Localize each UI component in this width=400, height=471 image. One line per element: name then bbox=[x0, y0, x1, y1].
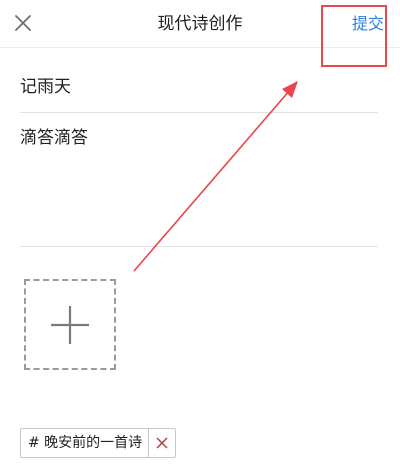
divider bbox=[20, 112, 378, 113]
annotation-highlight-box bbox=[321, 5, 387, 67]
plus-icon bbox=[51, 306, 89, 344]
poem-editor-screen: 现代诗创作 提交 记雨天 滴答滴答 # 晚安前的一首诗 bbox=[0, 0, 400, 471]
topic-tag-label[interactable]: # 晚安前的一首诗 bbox=[21, 429, 148, 457]
tag-remove-button[interactable] bbox=[148, 429, 175, 457]
close-icon bbox=[156, 437, 168, 449]
annotation-arrow-icon bbox=[133, 81, 298, 272]
poem-title-input[interactable]: 记雨天 bbox=[20, 72, 378, 102]
topic-tag: # 晚安前的一首诗 bbox=[20, 428, 177, 458]
divider bbox=[20, 246, 378, 247]
poem-content-input[interactable]: 滴答滴答 bbox=[20, 124, 378, 234]
add-image-button[interactable] bbox=[24, 279, 116, 370]
